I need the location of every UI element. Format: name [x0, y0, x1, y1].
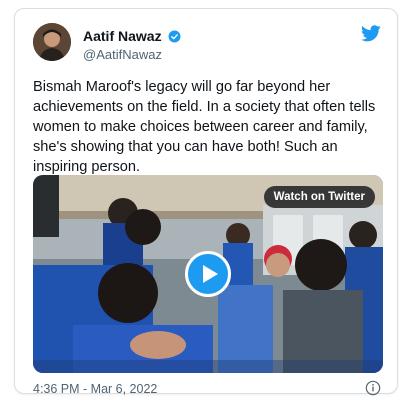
author-name[interactable]: Aatif Nawaz [83, 28, 181, 44]
tweet-timestamp[interactable]: 4:36 PM - Mar 6, 2022 [33, 382, 157, 396]
avatar[interactable] [33, 23, 71, 61]
page: Aatif Nawaz @AatifNawaz Bismah Maroof's … [0, 0, 417, 400]
play-icon [203, 265, 218, 283]
avatar-image [33, 23, 71, 61]
video-media[interactable]: Watch on Twitter [33, 175, 383, 373]
tweet-card[interactable]: Aatif Nawaz @AatifNawaz Bismah Maroof's … [14, 8, 398, 396]
twitter-bird-icon[interactable] [361, 25, 381, 42]
tweet-text: Bismah Maroof's legacy will go far beyon… [33, 79, 376, 175]
verified-badge-icon [169, 30, 181, 43]
info-icon[interactable] [365, 380, 381, 396]
author-handle[interactable]: @AatifNawaz [83, 47, 162, 62]
author-name-text[interactable]: Aatif Nawaz [83, 28, 162, 44]
watch-on-twitter-button[interactable]: Watch on Twitter [263, 186, 375, 208]
play-button[interactable] [185, 251, 231, 297]
